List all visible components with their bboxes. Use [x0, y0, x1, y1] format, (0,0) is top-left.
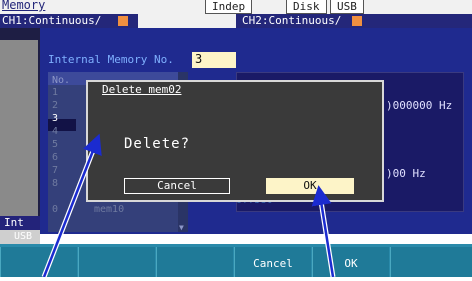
arrow-to-ok-core — [311, 185, 335, 277]
annotation-arrows — [41, 133, 336, 277]
arrow-to-cancel-core — [42, 133, 102, 277]
